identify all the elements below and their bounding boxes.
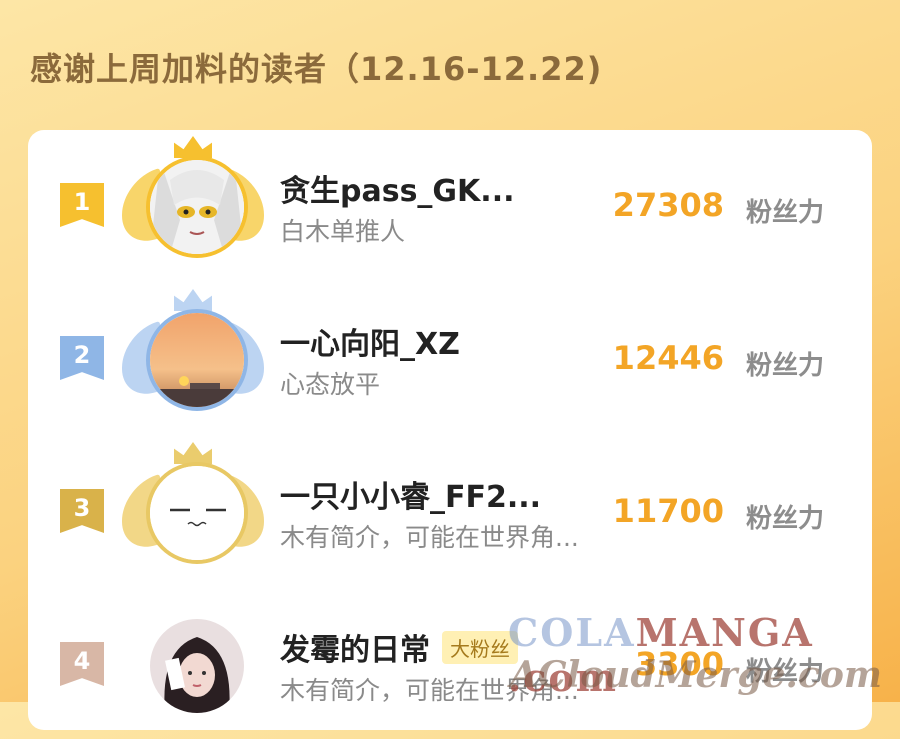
fan-score-unit: 粉丝力: [745, 504, 824, 534]
rank-badge: 4: [60, 642, 104, 686]
fan-score-unit: 粉丝力: [745, 657, 824, 687]
crown-icon: [174, 289, 212, 311]
avatar-frame: [118, 134, 268, 274]
crown-icon: [174, 136, 212, 158]
fan-score: 12446: [612, 339, 724, 377]
fan-score: 27308: [612, 186, 724, 224]
fan-score: 3300: [634, 645, 724, 683]
list-item[interactable]: 3 一只小小睿_FF2... 木有简介，可能在世界角... 11700 粉丝力: [28, 436, 872, 586]
user-bio: 木有简介，可能在世界角...: [280, 523, 579, 552]
avatar[interactable]: [146, 156, 248, 258]
user-name-text: 发霉的日常: [280, 633, 430, 668]
rank-badge: 3: [60, 489, 104, 533]
user-name[interactable]: 一只小小睿_FF2...: [280, 472, 541, 516]
fan-score: 11700: [612, 492, 724, 530]
user-name[interactable]: 贪生pass_GK...: [280, 166, 515, 210]
user-name[interactable]: 发霉的日常 大粉丝: [280, 625, 518, 669]
avatar-frame: [118, 440, 268, 580]
user-bio: 心态放平: [280, 370, 381, 399]
fan-score-unit: 粉丝力: [745, 351, 824, 381]
list-item[interactable]: 2 一心向阳_XZ 心态放平 12446 粉丝力: [28, 283, 872, 433]
list-item[interactable]: 4 发霉的日常 大粉丝 木有简介，可能在世界角... 3300 粉丝力: [28, 589, 872, 739]
rank-badge: 2: [60, 336, 104, 380]
user-bio: 白木单推人: [280, 217, 406, 246]
fan-level-badge: 大粉丝: [442, 631, 518, 664]
crown-icon: [174, 442, 212, 464]
list-item[interactable]: 1 贪生pass_GK... 白木单推人 27308 粉丝力: [28, 130, 872, 280]
avatar[interactable]: [146, 309, 248, 411]
avatar-frame: [118, 593, 268, 733]
page-title: 感谢上周加料的读者（12.16-12.22): [30, 50, 603, 88]
avatar[interactable]: [146, 462, 248, 564]
fan-score-unit: 粉丝力: [745, 198, 824, 228]
avatar-frame: [118, 287, 268, 427]
rank-badge: 1: [60, 183, 104, 227]
ranking-card: 1 贪生pass_GK... 白木单推人 27308 粉丝力 2 一心向阳_XZ…: [28, 130, 872, 730]
user-name[interactable]: 一心向阳_XZ: [280, 319, 460, 363]
